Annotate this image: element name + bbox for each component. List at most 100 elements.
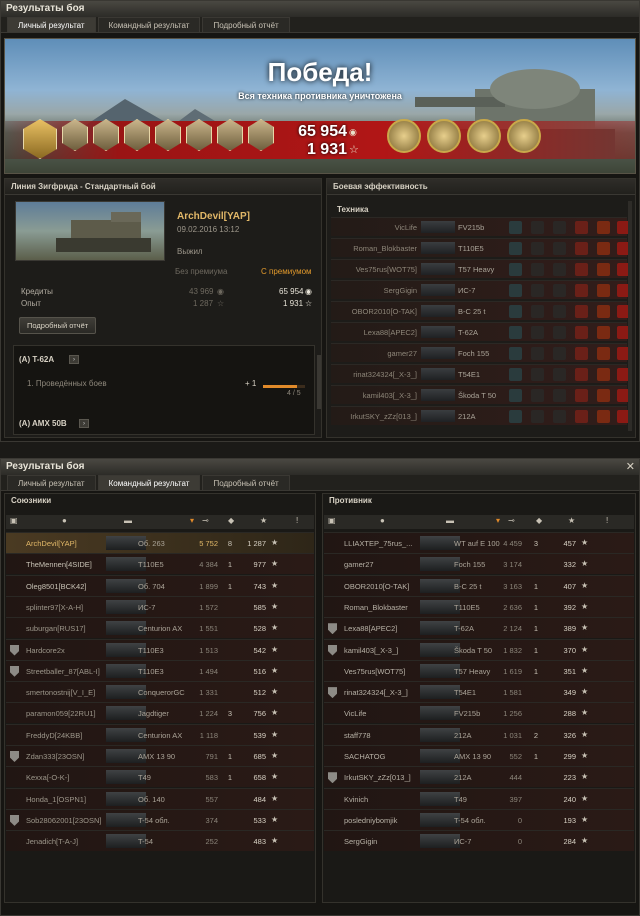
critical-icon[interactable] <box>553 347 566 360</box>
quest-title[interactable]: (A) T-62A <box>19 355 54 364</box>
armor-icon[interactable] <box>597 263 610 276</box>
medal-icon[interactable] <box>248 119 274 151</box>
team-row[interactable]: TheMennen[4SIDE] T110E5 4 384 1 977 ★ <box>6 553 314 575</box>
damage-column-icon[interactable]: ⊸ <box>508 516 515 525</box>
award-icon[interactable] <box>507 119 541 153</box>
squad-sort-icon[interactable]: ▣ <box>10 516 18 525</box>
medal-icon[interactable] <box>155 119 181 151</box>
team-row[interactable]: Honda_1[OSPN1] Об. 140 557 484 ★ <box>6 787 314 809</box>
team-row[interactable]: VicLife FV215b 1 256 288 ★ <box>324 702 634 724</box>
team-row[interactable]: rinat324324[_X-3_] T54E1 1 581 349 ★ <box>324 681 634 703</box>
spotted-icon[interactable] <box>509 221 522 234</box>
critical-icon[interactable] <box>553 284 566 297</box>
damage-sort-icon[interactable]: ▾ <box>496 516 500 525</box>
team-row[interactable]: Kexxa[-O-K-] T49 583 1 658 ★ <box>6 766 314 788</box>
award-icon[interactable] <box>387 119 421 153</box>
spotted-icon[interactable] <box>509 326 522 339</box>
armor-icon[interactable] <box>597 410 610 423</box>
critical-icon[interactable] <box>553 242 566 255</box>
mastery-badge-icon[interactable] <box>23 119 57 159</box>
critical-icon[interactable] <box>553 410 566 423</box>
medal-icon[interactable] <box>62 119 88 151</box>
status-column-icon[interactable]: ! <box>296 516 298 525</box>
damage-icon[interactable] <box>575 263 588 276</box>
medal-icon[interactable] <box>186 119 212 151</box>
assist-icon[interactable] <box>531 305 544 318</box>
award-icon[interactable] <box>467 119 501 153</box>
experience-column-icon[interactable]: ★ <box>260 516 267 525</box>
team-row[interactable]: posledniybomjik T-54 обл. 0 193 ★ <box>324 808 634 830</box>
team-row[interactable]: smertonostnij[V_I_E] ConquerorGC 1 331 5… <box>6 681 314 703</box>
assist-icon[interactable] <box>531 389 544 402</box>
damage-icon[interactable] <box>575 221 588 234</box>
quest-title[interactable]: (A) AMX 50B <box>19 419 67 428</box>
team-row[interactable]: Oleg8501[BCK42] Об. 704 1 899 1 743 ★ <box>6 574 314 596</box>
assist-icon[interactable] <box>531 242 544 255</box>
tank-sort-icon[interactable]: ▬ <box>446 516 454 525</box>
assist-icon[interactable] <box>531 284 544 297</box>
status-column-icon[interactable]: ! <box>606 516 608 525</box>
spotted-icon[interactable] <box>509 389 522 402</box>
team-row[interactable]: staff778 212A 1 031 2 326 ★ <box>324 723 634 745</box>
damage-icon[interactable] <box>575 326 588 339</box>
damage-sort-icon[interactable]: ▾ <box>190 516 194 525</box>
experience-column-icon[interactable]: ★ <box>568 516 575 525</box>
efficiency-row[interactable]: Roman_Blokbaster T110E5 <box>331 238 630 257</box>
armor-icon[interactable] <box>597 326 610 339</box>
quest-scrollbar[interactable] <box>317 355 321 409</box>
team-row[interactable]: SergGigin ИС-7 0 284 ★ <box>324 830 634 852</box>
damage-icon[interactable] <box>575 389 588 402</box>
team-row[interactable]: Jenadich[T-A-J] T-54 252 483 ★ <box>6 830 314 852</box>
armor-icon[interactable] <box>597 242 610 255</box>
team-row[interactable]: suburgan[RUS17] Centurion AX 1 551 528 ★ <box>6 617 314 639</box>
team-row[interactable]: Kvinich T49 397 240 ★ <box>324 787 634 809</box>
team-row[interactable]: SACHATOG AMX 13 90 552 1 299 ★ <box>324 745 634 766</box>
tab-personal-result[interactable]: Личный результат <box>7 475 96 490</box>
damage-column-icon[interactable]: ⊸ <box>202 516 209 525</box>
team-row[interactable]: gamer27 Foch 155 3 174 332 ★ <box>324 553 634 575</box>
damage-icon[interactable] <box>575 242 588 255</box>
chevron-right-icon[interactable]: › <box>69 355 79 364</box>
efficiency-row[interactable]: gamer27 Foch 155 <box>331 343 630 362</box>
award-icon[interactable] <box>427 119 461 153</box>
team-row[interactable]: splinter97[X-A-H] ИС-7 1 572 585 ★ <box>6 595 314 617</box>
armor-icon[interactable] <box>597 221 610 234</box>
tab-detailed-report[interactable]: Подробный отчёт <box>202 17 290 32</box>
efficiency-row[interactable]: IrkutSKY_zZz[013_] 212A <box>331 406 630 425</box>
critical-icon[interactable] <box>553 305 566 318</box>
tab-personal-result[interactable]: Личный результат <box>7 17 96 32</box>
tab-team-result[interactable]: Командный результат <box>97 475 201 490</box>
squad-sort-icon[interactable]: ▣ <box>328 516 336 525</box>
efficiency-row[interactable]: SergGigin ИС-7 <box>331 280 630 299</box>
team-row[interactable]: Streetballer_87[ABL-I] T110E3 1 494 516 … <box>6 659 314 681</box>
medal-icon[interactable] <box>93 119 119 151</box>
efficiency-row[interactable]: Ves75rus[WOT75] T57 Heavy <box>331 259 630 278</box>
team-row[interactable]: Ves75rus[WOT75] T57 Heavy 1 619 1 351 ★ <box>324 659 634 681</box>
team-row[interactable]: kamil403[_X-3_] Škoda T 50 1 832 1 370 ★ <box>324 638 634 660</box>
team-row[interactable]: Hardcore2x T110E3 1 513 542 ★ <box>6 638 314 660</box>
spotted-icon[interactable] <box>509 410 522 423</box>
team-row[interactable]: Lexa88[APEC2] T-62A 2 124 1 389 ★ <box>324 617 634 639</box>
critical-icon[interactable] <box>553 263 566 276</box>
spotted-icon[interactable] <box>509 284 522 297</box>
efficiency-row[interactable]: Lexa88[APEC2] T-62A <box>331 322 630 341</box>
close-icon[interactable]: ✕ <box>626 460 635 473</box>
critical-icon[interactable] <box>553 326 566 339</box>
efficiency-row[interactable]: OBOR2010[O-TAK] B-C 25 t <box>331 301 630 320</box>
armor-icon[interactable] <box>597 305 610 318</box>
critical-icon[interactable] <box>553 389 566 402</box>
assist-icon[interactable] <box>531 347 544 360</box>
spotted-icon[interactable] <box>509 347 522 360</box>
team-row[interactable]: Roman_Blokbaster T110E5 2 636 1 392 ★ <box>324 595 634 617</box>
tank-sort-icon[interactable]: ▬ <box>124 516 132 525</box>
assist-icon[interactable] <box>531 326 544 339</box>
spotted-icon[interactable] <box>509 263 522 276</box>
efficiency-row[interactable]: VicLife FV215b <box>331 217 630 236</box>
damage-icon[interactable] <box>575 410 588 423</box>
team-row[interactable]: OBOR2010[O-TAK] B-C 25 t 3 163 1 407 ★ <box>324 574 634 596</box>
assist-icon[interactable] <box>531 410 544 423</box>
chevron-right-icon[interactable]: › <box>79 419 89 428</box>
damage-icon[interactable] <box>575 305 588 318</box>
armor-icon[interactable] <box>597 347 610 360</box>
assist-icon[interactable] <box>531 368 544 381</box>
